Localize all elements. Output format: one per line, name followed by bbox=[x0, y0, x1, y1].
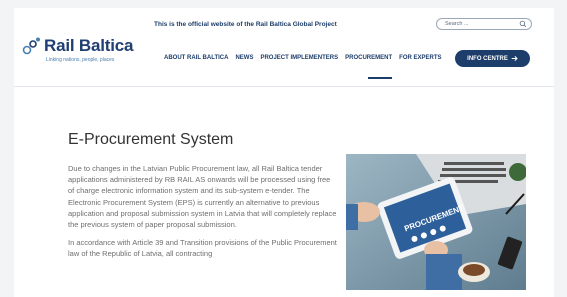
nav-item-for-experts[interactable]: FOR EXPERTS bbox=[399, 55, 441, 67]
nav-item-procurement[interactable]: PROCUREMENT bbox=[345, 55, 392, 67]
nav-item-project-implementers[interactable]: PROJECT IMPLEMENTERS bbox=[260, 55, 338, 67]
nav-item-about[interactable]: ABOUT RAIL BALTICA bbox=[164, 55, 228, 67]
photo-illustration: PROCUREMENT bbox=[346, 154, 526, 290]
nav-active-indicator bbox=[368, 77, 392, 79]
info-centre-label: INFO CENTRE bbox=[467, 55, 508, 62]
page-title: E-Procurement System bbox=[68, 130, 234, 148]
header-divider bbox=[14, 86, 554, 87]
logo-tagline: Linking nations, people, places bbox=[46, 57, 115, 63]
arrow-right-icon bbox=[511, 56, 518, 61]
main-nav: ABOUT RAIL BALTICA NEWS PROJECT IMPLEMEN… bbox=[164, 55, 449, 67]
info-centre-button[interactable]: INFO CENTRE bbox=[455, 50, 530, 67]
logo-name: Rail Baltica bbox=[44, 36, 134, 55]
procurement-photo: PROCUREMENT bbox=[346, 154, 526, 290]
nav-item-news[interactable]: NEWS bbox=[235, 55, 253, 67]
search-placeholder: Search ... bbox=[445, 21, 469, 27]
page: This is the official website of the Rail… bbox=[14, 8, 554, 297]
logo[interactable]: Rail Baltica Linking nations, people, pl… bbox=[22, 35, 162, 75]
official-notice: This is the official website of the Rail… bbox=[154, 21, 337, 28]
paragraph: Due to changes in the Latvian Public Pro… bbox=[68, 164, 337, 230]
main-text: Due to changes in the Latvian Public Pro… bbox=[68, 163, 338, 267]
logo-mark-icon bbox=[22, 37, 40, 55]
paragraph: In accordance with Article 39 and Transi… bbox=[68, 238, 337, 259]
search-input[interactable]: Search ... bbox=[436, 18, 532, 30]
search-icon[interactable] bbox=[519, 20, 527, 28]
